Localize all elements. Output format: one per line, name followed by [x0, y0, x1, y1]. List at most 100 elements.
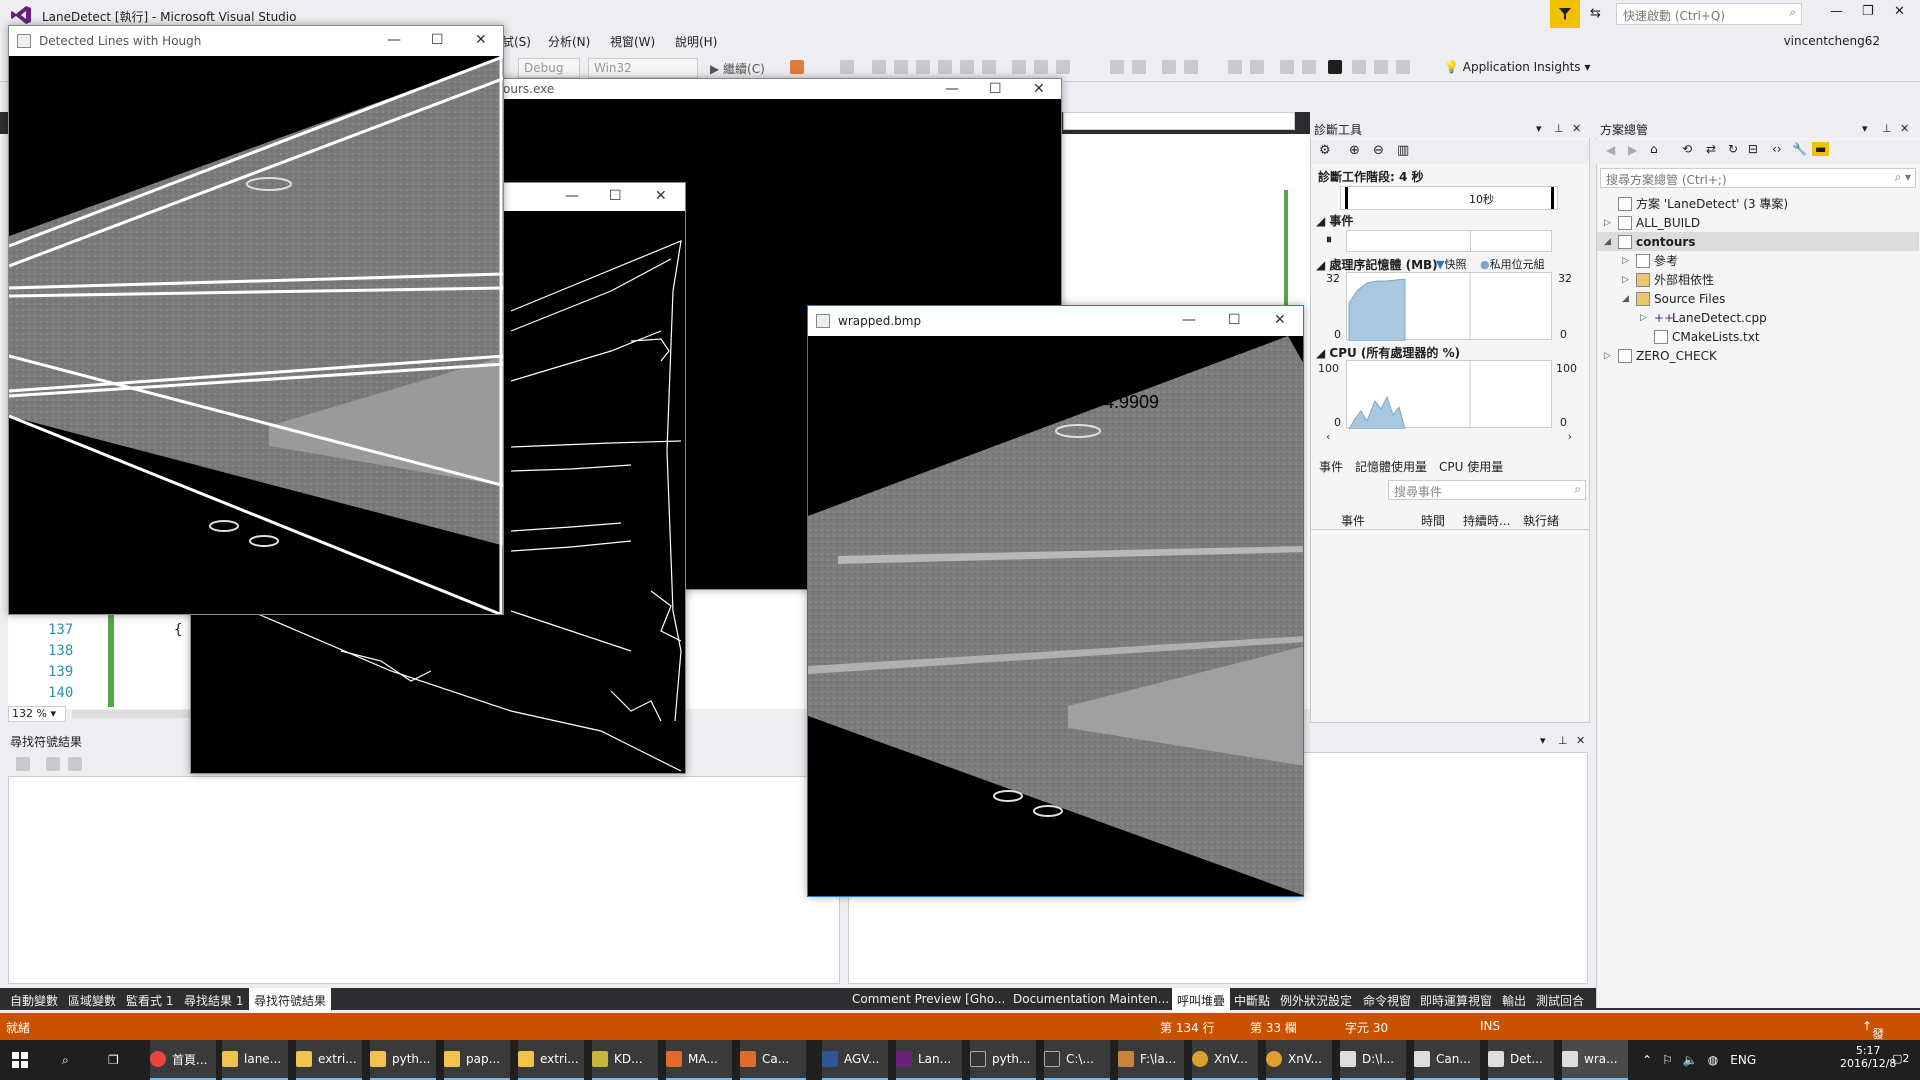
menu-window[interactable]: 視窗(W): [610, 33, 655, 50]
external-deps-node[interactable]: ▷ 外部相依性: [1622, 270, 1714, 289]
tab-command-window[interactable]: 命令視窗: [1363, 992, 1411, 1009]
close-icon[interactable]: ✕: [1900, 122, 1909, 135]
scroll-left-icon[interactable]: ‹: [1326, 430, 1330, 443]
tab-call-stack[interactable]: 呼叫堆疊: [1172, 988, 1231, 1013]
tab-documentation[interactable]: Documentation Mainten...: [1013, 992, 1169, 1006]
code-icon[interactable]: ‹›: [1772, 142, 1782, 156]
menu-debug[interactable]: 試(S): [502, 33, 531, 50]
pin-icon[interactable]: ⊥: [1554, 122, 1564, 135]
col-time[interactable]: 時間: [1421, 512, 1445, 529]
gear-icon[interactable]: ⚙: [1319, 143, 1331, 158]
pin-icon[interactable]: ⊥: [1558, 734, 1568, 747]
close-icon[interactable]: ✕: [1033, 81, 1045, 97]
toolbar-icon[interactable]: [1302, 60, 1316, 74]
taskbar-app-explorer[interactable]: F:\la...: [1118, 1040, 1184, 1080]
tab-find-symbol[interactable]: 尋找符號結果: [249, 988, 332, 1013]
taskbar-app-window[interactable]: Det...: [1488, 1040, 1554, 1080]
taskbar-app-window[interactable]: D:\l...: [1340, 1040, 1406, 1080]
toolbar-icon[interactable]: [1396, 60, 1410, 74]
taskbar-app-kd[interactable]: KD...: [592, 1040, 658, 1080]
dropdown-icon[interactable]: ▾: [1536, 122, 1542, 135]
toolbar-icon[interactable]: [894, 60, 908, 74]
continue-button[interactable]: ▶ 繼續(C): [710, 60, 765, 77]
tab-locals[interactable]: 區域變數: [68, 992, 116, 1009]
taskbar-app-folder[interactable]: pap...: [444, 1040, 510, 1080]
toolbar-icon[interactable]: [68, 757, 82, 771]
toolbar-icon[interactable]: [1132, 60, 1146, 74]
timeline-handle[interactable]: [1345, 187, 1348, 209]
file-cmakelists[interactable]: CMakeLists.txt: [1654, 327, 1760, 346]
toolbar-icon[interactable]: [1034, 60, 1048, 74]
search-button[interactable]: ⌕: [62, 1040, 92, 1080]
col-thread[interactable]: 執行緒: [1523, 512, 1559, 529]
taskbar-app-folder[interactable]: lane...: [222, 1040, 288, 1080]
dropdown-icon[interactable]: ▾: [1540, 734, 1546, 747]
solution-node[interactable]: 方案 'LaneDetect' (3 專案): [1604, 194, 1788, 213]
tab-watch[interactable]: 監看式 1: [126, 992, 173, 1009]
close-icon[interactable]: ✕: [1576, 734, 1585, 747]
close-icon[interactable]: ✕: [655, 188, 667, 204]
restore-icon[interactable]: ❐: [1862, 4, 1874, 19]
zoom-in-icon[interactable]: ⊕: [1349, 143, 1360, 158]
toolbar-icon[interactable]: [938, 60, 952, 74]
tab-breakpoints[interactable]: 中斷點: [1234, 992, 1270, 1009]
toolbar-icon[interactable]: [982, 60, 996, 74]
refresh-icon[interactable]: ↻: [1728, 142, 1738, 156]
project-contours[interactable]: ◢ contours: [1597, 232, 1919, 251]
tab-memory-usage[interactable]: 記憶體使用量: [1355, 458, 1427, 475]
taskbar-app-xnview[interactable]: XnV...: [1192, 1040, 1258, 1080]
tab-immediate-window[interactable]: 即時運算視窗: [1420, 992, 1492, 1009]
toolbar-icon[interactable]: [840, 60, 854, 74]
pin-icon[interactable]: ⊥: [1882, 122, 1892, 135]
menu-analyze[interactable]: 分析(N): [548, 33, 590, 50]
source-files-node[interactable]: ◢ Source Files: [1622, 289, 1725, 308]
minimize-icon[interactable]: —: [945, 81, 959, 97]
close-icon[interactable]: ✕: [1894, 4, 1905, 19]
maximize-icon[interactable]: ☐: [989, 81, 1002, 97]
expand-icon[interactable]: ▷: [1622, 256, 1636, 266]
menu-help[interactable]: 說明(H): [675, 33, 717, 50]
minimize-icon[interactable]: —: [387, 32, 401, 48]
user-account[interactable]: vincentcheng62: [1784, 34, 1880, 48]
toolbar-icon[interactable]: [1228, 60, 1242, 74]
collapse-icon[interactable]: ◢: [1604, 237, 1618, 247]
file-lanedetect-cpp[interactable]: ▷ ++ LaneDetect.cpp: [1640, 308, 1767, 327]
find-results-list[interactable]: [8, 776, 840, 984]
toolbar-icon[interactable]: [1352, 60, 1366, 74]
taskbar-app-window[interactable]: Can...: [1414, 1040, 1480, 1080]
taskbar-app-folder[interactable]: extri...: [518, 1040, 584, 1080]
events-search-input[interactable]: 搜尋事件 ⌕: [1388, 480, 1586, 500]
chart-icon[interactable]: ▥: [1397, 143, 1409, 158]
language-globe-icon[interactable]: ◍: [1708, 1053, 1718, 1067]
publish-button[interactable]: ↑ 發行: [1862, 1019, 1884, 1058]
back-icon[interactable]: ◀: [1606, 143, 1615, 157]
filter-icon[interactable]: [1550, 0, 1580, 28]
project-all-build[interactable]: ▷ ALL_BUILD: [1604, 213, 1700, 232]
solution-search-input[interactable]: 搜尋方案總管 (Ctrl+;) ⌕ ▾: [1600, 168, 1916, 188]
network-icon[interactable]: ⚐: [1662, 1053, 1673, 1067]
tab-cpu-usage[interactable]: CPU 使用量: [1439, 458, 1503, 475]
tab-find-results[interactable]: 尋找結果 1: [184, 992, 243, 1009]
quick-launch-input[interactable]: 快速啟動 (Ctrl+Q) ⌕: [1616, 3, 1802, 25]
toolbar-icon[interactable]: [1374, 60, 1388, 74]
tab-comment-preview[interactable]: Comment Preview [Gho...: [852, 992, 1005, 1006]
forward-icon[interactable]: ▶: [1628, 143, 1637, 157]
input-language[interactable]: ENG: [1730, 1053, 1756, 1067]
zoom-out-icon[interactable]: ⊖: [1373, 143, 1384, 158]
scroll-right-icon[interactable]: ›: [1568, 430, 1572, 443]
taskbar-app-window[interactable]: wra...: [1562, 1040, 1628, 1080]
expand-icon[interactable]: ▷: [1640, 313, 1654, 323]
toolbar-icon[interactable]: [1184, 60, 1198, 74]
wrench-icon[interactable]: 🔧: [1792, 142, 1807, 156]
diagnostic-timeline[interactable]: 10秒: [1340, 186, 1558, 210]
maximize-icon[interactable]: ☐: [609, 188, 622, 204]
taskbar-app-matlab[interactable]: MA...: [666, 1040, 732, 1080]
sync-icon[interactable]: ⇄: [1706, 142, 1716, 156]
zoom-dropdown[interactable]: 132 % ▾: [8, 706, 66, 722]
toolbar-icon[interactable]: [1056, 60, 1070, 74]
expand-icon[interactable]: ▷: [1604, 218, 1618, 228]
close-icon[interactable]: ✕: [475, 32, 487, 48]
tab-output[interactable]: 輸出: [1502, 992, 1526, 1009]
minimize-icon[interactable]: —: [1830, 4, 1843, 19]
hough-window[interactable]: Detected Lines with Hough — ☐ ✕: [8, 25, 504, 615]
